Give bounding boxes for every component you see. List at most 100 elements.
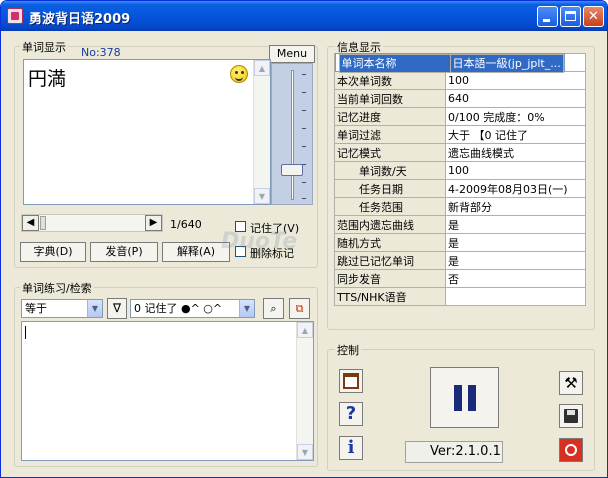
menu-button[interactable]: Menu — [269, 45, 315, 63]
info-key: 范围内遗忘曲线 — [334, 215, 446, 234]
current-word: 円満 — [28, 68, 67, 90]
info-row[interactable]: 跳过已记忆单词是 — [334, 251, 586, 270]
info-row[interactable]: TTS/NHK语音 — [334, 287, 586, 306]
info-value: 640 — [445, 89, 586, 108]
tools-button[interactable]: ⚒ — [559, 371, 583, 395]
info-key: 任务范围 — [334, 197, 446, 216]
info-value — [445, 287, 586, 306]
app-icon — [7, 8, 23, 24]
control-legend: 控制 — [335, 342, 361, 358]
info-key: 跳过已记忆单词 — [334, 251, 446, 270]
scroll-thumb[interactable] — [40, 216, 46, 230]
info-row[interactable]: 范围内遗忘曲线是 — [334, 215, 586, 234]
maximize-icon — [565, 11, 576, 21]
tools-icon: ⚒ — [564, 374, 578, 392]
info-key: 单词过滤 — [334, 125, 446, 144]
word-count: 1/640 — [170, 218, 202, 231]
info-value: 是 — [445, 233, 586, 252]
dropdown-arrow-icon[interactable]: ▼ — [239, 300, 254, 317]
info-value: 大于 【0 记住了 — [445, 125, 586, 144]
scroll-down-icon[interactable]: ▼ — [297, 444, 313, 460]
info-row[interactable]: 单词数/天 100 — [334, 161, 586, 180]
info-row[interactable]: 当前单词回数 640 — [334, 89, 586, 108]
info-row[interactable]: 单词过滤 大于 【0 记住了 — [334, 125, 586, 144]
window-title: 勇波背日语2009 — [29, 12, 131, 27]
info-key: 记忆模式 — [334, 143, 446, 162]
info-value: 100 — [445, 71, 586, 90]
scroll-down-icon[interactable]: ▼ — [254, 188, 270, 204]
export-button[interactable]: ⧉ — [289, 298, 310, 319]
info-row[interactable]: 记忆进度 0/100 完成度：0% — [334, 107, 586, 126]
info-table: 单词本名称日本語一級(jp_jplt_...单词本总词汇量4411本次单词数10… — [334, 53, 586, 306]
calendar-icon — [343, 373, 359, 389]
word-box-scrollbar[interactable]: ▲ ▼ — [253, 60, 270, 204]
calendar-button[interactable] — [339, 369, 363, 393]
pause-icon — [454, 385, 462, 411]
minimize-button[interactable] — [537, 6, 558, 27]
text-cursor — [25, 326, 26, 339]
info-row[interactable]: 记忆模式 遗忘曲线模式 — [334, 143, 586, 162]
slider-thumb[interactable] — [281, 164, 303, 176]
word-progress-scrollbar[interactable]: ◀ ▶ — [21, 214, 163, 232]
info-value: 0/100 完成度：0% — [445, 107, 586, 126]
title-bar[interactable]: 勇波背日语2009 ✕ — [1, 1, 607, 31]
scroll-left-icon[interactable]: ◀ — [22, 215, 39, 231]
filter-select-value: 等于 — [25, 302, 47, 315]
practice-scrollbar[interactable]: ▲ ▼ — [296, 322, 313, 460]
funnel-icon: ∇ — [112, 301, 122, 315]
scroll-right-icon[interactable]: ▶ — [145, 215, 162, 231]
word-number: No:378 — [81, 46, 121, 59]
filter-value: 0 记住了 ●^ ○^ — [134, 302, 223, 315]
close-icon: ✕ — [588, 9, 599, 24]
info-value: 否 — [445, 269, 586, 288]
info-row[interactable]: 随机方式是 — [334, 233, 586, 252]
dictionary-button[interactable]: 字典(D) — [20, 242, 86, 262]
filter-select[interactable]: 等于 ▼ — [21, 299, 103, 318]
pause-icon-bar — [468, 385, 476, 411]
scroll-up-icon[interactable]: ▲ — [254, 60, 270, 76]
help-button[interactable]: ? — [339, 402, 363, 426]
info-key: 单词本名称 — [338, 54, 451, 73]
smiley-icon[interactable] — [230, 65, 248, 83]
info-key: 随机方式 — [334, 233, 446, 252]
explain-button[interactable]: 解释(A) — [162, 242, 230, 262]
search-icon: ⌕ — [270, 302, 277, 315]
scroll-up-icon[interactable]: ▲ — [297, 322, 313, 338]
export-icon: ⧉ — [295, 302, 304, 315]
word-display-box: 円満 ▲ ▼ — [23, 59, 271, 205]
info-key: 同步发音 — [334, 269, 446, 288]
info-value: 是 — [445, 251, 586, 270]
dropdown-arrow-icon[interactable]: ▼ — [87, 300, 102, 317]
practice-legend: 单词练习/检索 — [20, 280, 94, 296]
info-row[interactable]: 同步发音否 — [334, 269, 586, 288]
info-key: 本次单词数 — [334, 71, 446, 90]
power-button[interactable] — [559, 438, 583, 462]
help-icon: ? — [345, 403, 357, 424]
info-value: 是 — [445, 215, 586, 234]
info-button[interactable]: i — [339, 436, 363, 460]
maximize-button[interactable] — [560, 6, 581, 27]
info-value: 新背部分 — [445, 197, 586, 216]
pause-button[interactable] — [430, 367, 499, 428]
pronounce-button[interactable]: 发音(P) — [90, 242, 158, 262]
close-button[interactable]: ✕ — [583, 6, 604, 27]
info-key: TTS/NHK语音 — [334, 287, 446, 306]
search-button[interactable]: ⌕ — [263, 298, 284, 319]
volume-slider[interactable] — [271, 63, 313, 205]
slider-track — [291, 70, 294, 200]
info-value: 遗忘曲线模式 — [445, 143, 586, 162]
watermark: DuoTe — [221, 229, 298, 254]
practice-text-area[interactable]: ▲ ▼ — [21, 321, 314, 461]
info-key: 记忆进度 — [334, 107, 446, 126]
info-value: 日本語一級(jp_jplt_... — [449, 54, 564, 73]
info-value: 4-2009年08月03日(一) — [445, 179, 586, 198]
info-row[interactable]: 单词本名称 日本語一級(jp_jplt_... — [334, 53, 565, 73]
save-button[interactable] — [559, 404, 583, 428]
filter-button[interactable]: ∇ — [107, 298, 127, 319]
filter-value-select[interactable]: 0 记住了 ●^ ○^ ▼ — [130, 299, 255, 318]
version-label: Ver:2.1.0.1 — [405, 441, 503, 463]
info-row[interactable]: 任务日期 4-2009年08月03日(一) — [334, 179, 586, 198]
info-row[interactable]: 任务范围 新背部分 — [334, 197, 586, 216]
app-window: 勇波背日语2009 ✕ 单词显示 No:378 Menu 円満 ▲ ▼ ◀ ▶ … — [0, 0, 608, 478]
info-row[interactable]: 本次单词数 100 — [334, 71, 586, 90]
